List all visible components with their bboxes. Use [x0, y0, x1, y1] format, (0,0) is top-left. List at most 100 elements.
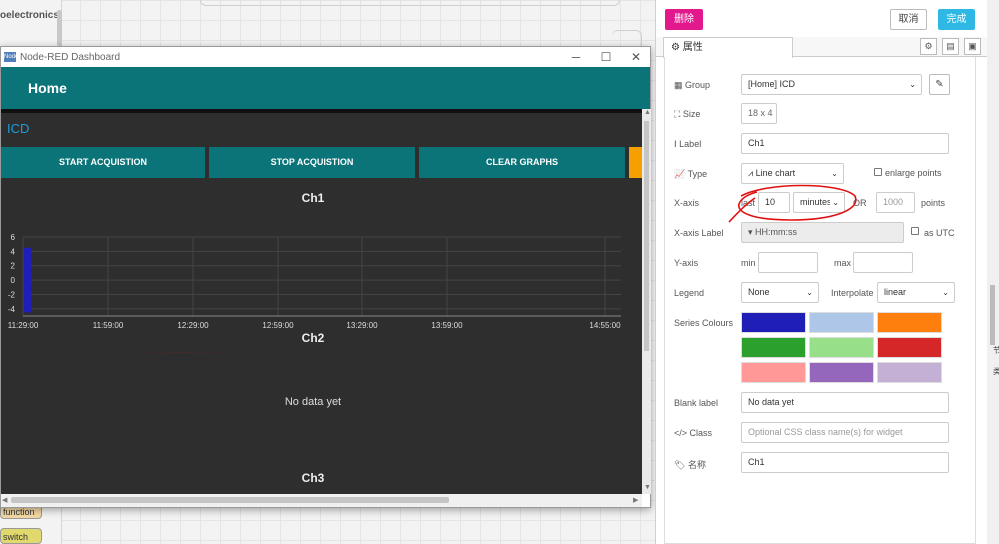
line-chart-icon: 📈	[674, 169, 686, 179]
yaxis-max-input[interactable]	[853, 252, 913, 273]
label-label: Ⅰ Label	[674, 139, 702, 149]
scroll-thumb[interactable]	[11, 497, 449, 503]
dashboard-header: Home	[1, 67, 650, 109]
cancel-button[interactable]: 取消	[890, 9, 927, 30]
size-label: ⛶ Size	[674, 109, 701, 119]
series-colour-swatch[interactable]	[877, 362, 942, 383]
series-colours-label: Series Colours	[674, 318, 734, 328]
y-tick-label: 2	[11, 262, 16, 271]
annotation-circle	[728, 184, 857, 223]
x-tick-label: 12:59:00	[262, 321, 294, 330]
series-colour-swatch[interactable]	[741, 337, 806, 358]
chevron-down-icon: ⌄	[909, 80, 916, 89]
scroll-down-icon[interactable]: ▼	[644, 484, 651, 491]
x-tick-label: 13:59:00	[431, 321, 463, 330]
series-colour-swatch[interactable]	[741, 362, 806, 383]
dashboard-horizontal-scrollbar[interactable]: ◀ ▶	[1, 494, 642, 507]
scroll-left-icon[interactable]: ◀	[2, 496, 7, 504]
as-utc-checkbox[interactable]	[911, 227, 919, 235]
x-tick-label: 11:29:00	[8, 321, 39, 330]
appearance-tab-icon[interactable]: ▣	[964, 38, 981, 55]
window-titlebar[interactable]: Node Node-RED Dashboard ─ ☐ ✕	[1, 47, 650, 67]
group-select[interactable]: [Home] ICD ⌄	[741, 74, 922, 95]
tab-properties-label: 属性	[682, 42, 703, 53]
panel-tabs: ⚙ 属性 ⚙ ▤ ▣	[656, 37, 988, 58]
dashboard-window: Node Node-RED Dashboard ─ ☐ ✕ Home ICD S…	[0, 46, 651, 508]
y-tick-label: 6	[11, 233, 16, 242]
pencil-icon: ✎	[935, 79, 944, 90]
window-title: Node-RED Dashboard	[20, 51, 121, 63]
xaxis-format-label: X-axis Label	[674, 228, 724, 238]
scroll-thumb[interactable]	[990, 285, 995, 345]
dashboard-content[interactable]: ICD START ACQUISTION STOP ACQUISTION CLE…	[1, 109, 642, 494]
xaxis-points-input[interactable]: 1000	[876, 192, 915, 213]
type-label: 📈 Type	[674, 169, 708, 179]
y-tick-label: -2	[8, 290, 16, 299]
palette-scrollbar[interactable]	[57, 10, 62, 46]
side-char-1: 节	[993, 346, 999, 355]
series-colour-swatch[interactable]	[741, 312, 806, 333]
series-colour-swatch[interactable]	[877, 312, 942, 333]
minimize-button[interactable]: ─	[561, 47, 591, 67]
as-utc-label: as UTC	[924, 228, 955, 238]
x-tick-label: 13:29:00	[346, 321, 378, 330]
blank-label-input[interactable]: No data yet	[741, 392, 949, 413]
description-tab-icon[interactable]: ▤	[942, 38, 959, 55]
group-title: ICD	[7, 121, 30, 136]
class-input[interactable]: Optional CSS class name(s) for widget	[741, 422, 949, 443]
enlarge-points-checkbox[interactable]	[874, 168, 882, 176]
maximize-button[interactable]: ☐	[591, 47, 621, 67]
side-char-2: 类	[993, 367, 999, 376]
xaxis-points-label: points	[921, 198, 946, 208]
type-select[interactable]: ⩘ Line chart ⌄	[741, 163, 844, 184]
settings-tab-icon[interactable]: ⚙	[920, 38, 937, 55]
code-icon: </>	[674, 428, 688, 438]
gear-icon: ⚙	[671, 42, 680, 53]
dashboard-vertical-scrollbar[interactable]: ▲ ▼	[642, 109, 651, 494]
chart-title-ch3: Ch3	[301, 471, 325, 485]
series-colour-swatch[interactable]	[809, 362, 874, 383]
flow-wire	[200, 0, 620, 6]
interpolate-select[interactable]: linear ⌄	[877, 282, 955, 303]
close-button[interactable]: ✕	[621, 47, 651, 67]
chevron-down-icon: ⌄	[831, 169, 838, 178]
line-chart-icon: ⩘	[748, 168, 754, 178]
series-colour-swatch[interactable]	[877, 337, 942, 358]
tab-properties[interactable]: ⚙ 属性	[663, 37, 793, 58]
chevron-down-icon: ⌄	[806, 288, 813, 297]
series-colour-swatch[interactable]	[809, 337, 874, 358]
palette-category: oelectronics	[0, 10, 59, 21]
yaxis-max-label: max	[834, 258, 852, 268]
start-acquisition-button[interactable]: START ACQUISTION	[1, 147, 205, 178]
name-label: 🏷 名称	[674, 460, 706, 470]
legend-label: Legend	[674, 288, 705, 298]
scroll-up-icon[interactable]: ▲	[644, 109, 651, 116]
delete-button[interactable]: 删除	[665, 9, 703, 30]
clear-graphs-button[interactable]: CLEAR GRAPHS	[419, 147, 625, 178]
series-colour-swatch[interactable]	[809, 312, 874, 333]
tag-icon: 🏷	[674, 460, 686, 470]
palette-node-switch[interactable]: switch	[0, 528, 42, 544]
resize-icon: ⛶	[674, 109, 681, 119]
y-tick-label: 0	[11, 276, 16, 285]
x-tick-label: 12:29:00	[177, 321, 209, 330]
x-tick-label: 11:59:00	[93, 321, 124, 330]
scroll-thumb[interactable]	[644, 121, 649, 351]
panel-scrollbar[interactable]	[987, 0, 999, 544]
legend-select[interactable]: None ⌄	[741, 282, 819, 303]
scroll-right-icon[interactable]: ▶	[633, 496, 638, 504]
yaxis-min-input[interactable]	[758, 252, 818, 273]
extra-button[interactable]	[629, 147, 642, 178]
size-button[interactable]: 18 x 4	[741, 103, 777, 124]
label-input[interactable]: Ch1	[741, 133, 949, 154]
chevron-down-icon: ⌄	[942, 288, 949, 297]
name-input[interactable]: Ch1	[741, 452, 949, 473]
yaxis-label: Y-axis	[674, 258, 699, 268]
interpolate-label: Interpolate	[831, 288, 874, 298]
xaxis-label: X-axis	[674, 198, 700, 208]
stop-acquisition-button[interactable]: STOP ACQUISTION	[209, 147, 415, 178]
done-button[interactable]: 完成	[938, 9, 975, 30]
edit-group-button[interactable]: ✎	[929, 74, 950, 95]
chart-bar	[24, 247, 31, 313]
class-label: </> Class	[674, 428, 713, 438]
